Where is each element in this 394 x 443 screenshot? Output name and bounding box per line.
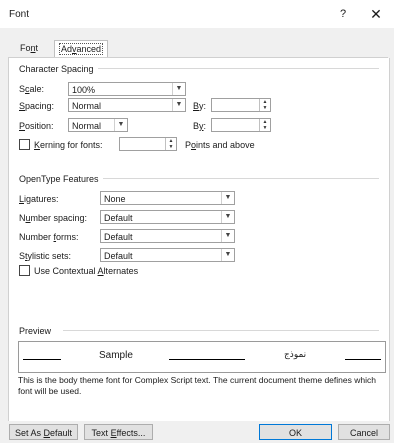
- preview-underline: [345, 359, 381, 360]
- number-forms-value: Default: [104, 232, 133, 242]
- stylistic-sets-label: Stylistic sets:: [19, 251, 72, 261]
- text-effects-button[interactable]: Text Effects...: [84, 424, 153, 440]
- scale-value: 100%: [72, 85, 96, 95]
- group-divider: [97, 178, 379, 179]
- scale-label: Scale:: [19, 84, 45, 94]
- cancel-button[interactable]: Cancel: [338, 424, 390, 440]
- chevron-down-icon[interactable]: ▼: [172, 99, 185, 111]
- spin-arrows-icon[interactable]: ▲ ▼: [259, 99, 270, 111]
- spacing-label: Spacing:: [19, 101, 55, 111]
- close-button[interactable]: ✕: [366, 5, 386, 23]
- help-button[interactable]: ?: [333, 6, 353, 22]
- preview-arabic-sample: نموذج: [284, 350, 307, 360]
- group-divider: [63, 330, 379, 331]
- number-spacing-combo[interactable]: Default ▼: [100, 210, 235, 224]
- preview-underline: [23, 359, 61, 360]
- group-label-character-spacing: Character Spacing: [19, 64, 98, 74]
- spacing-by-label: By:: [193, 101, 207, 111]
- chevron-down-icon[interactable]: ▼: [114, 119, 127, 131]
- title-bar: Font ? ✕: [0, 0, 394, 28]
- group-divider: [93, 68, 379, 69]
- position-label: Position:: [19, 121, 54, 131]
- chevron-down-icon[interactable]: ▼: [221, 230, 234, 242]
- position-value: Normal: [72, 121, 102, 131]
- spin-arrows-icon[interactable]: ▲ ▼: [165, 138, 176, 150]
- chevron-down-icon[interactable]: ▼: [172, 83, 185, 95]
- number-spacing-label: Number spacing:: [19, 213, 88, 223]
- preview-box: Sample نموذج: [18, 341, 386, 373]
- position-combo[interactable]: Normal ▼: [68, 118, 128, 132]
- chevron-down-icon[interactable]: ▼: [221, 192, 234, 204]
- spacing-combo[interactable]: Normal ▼: [68, 98, 186, 112]
- spin-arrows-icon[interactable]: ▲ ▼: [259, 119, 270, 131]
- kerning-spinner[interactable]: ▲ ▼: [119, 137, 177, 151]
- ligatures-combo[interactable]: None ▼: [100, 191, 235, 205]
- points-label: Points and above: [185, 140, 255, 150]
- contextual-alternates-label[interactable]: Use Contextual Alternates: [34, 266, 138, 276]
- kerning-label[interactable]: Kerning for fonts:: [34, 140, 103, 150]
- tab-font[interactable]: Font: [20, 40, 38, 56]
- font-dialog: Font ? ✕ Font Advanced Character Spacing…: [0, 0, 394, 443]
- number-spacing-value: Default: [104, 213, 133, 223]
- kerning-checkbox[interactable]: [19, 139, 30, 150]
- chevron-down-icon[interactable]: ▼: [221, 249, 234, 261]
- dialog-title: Font: [9, 9, 30, 20]
- spacing-by-spinner[interactable]: ▲ ▼: [211, 98, 271, 112]
- ligatures-label: Ligatures:: [19, 194, 59, 204]
- chevron-down-icon[interactable]: ▼: [221, 211, 234, 223]
- position-by-spinner[interactable]: ▲ ▼: [211, 118, 271, 132]
- ok-button[interactable]: OK: [259, 424, 332, 440]
- number-forms-combo[interactable]: Default ▼: [100, 229, 235, 243]
- spacing-value: Normal: [72, 101, 102, 111]
- contextual-alternates-checkbox[interactable]: [19, 265, 30, 276]
- stylistic-sets-combo[interactable]: Default ▼: [100, 248, 235, 262]
- ligatures-value: None: [104, 194, 126, 204]
- set-as-default-button[interactable]: Set As Default: [9, 424, 78, 440]
- group-label-opentype: OpenType Features: [19, 174, 103, 184]
- preview-underline: [169, 359, 245, 360]
- preview-description: This is the body theme font for Complex …: [18, 375, 376, 396]
- group-label-preview: Preview: [19, 326, 56, 336]
- position-by-label: By:: [193, 121, 207, 131]
- stylistic-sets-value: Default: [104, 251, 133, 261]
- number-forms-label: Number forms:: [19, 232, 79, 242]
- scale-combo[interactable]: 100% ▼: [68, 82, 186, 96]
- preview-sample-text: Sample: [99, 350, 133, 361]
